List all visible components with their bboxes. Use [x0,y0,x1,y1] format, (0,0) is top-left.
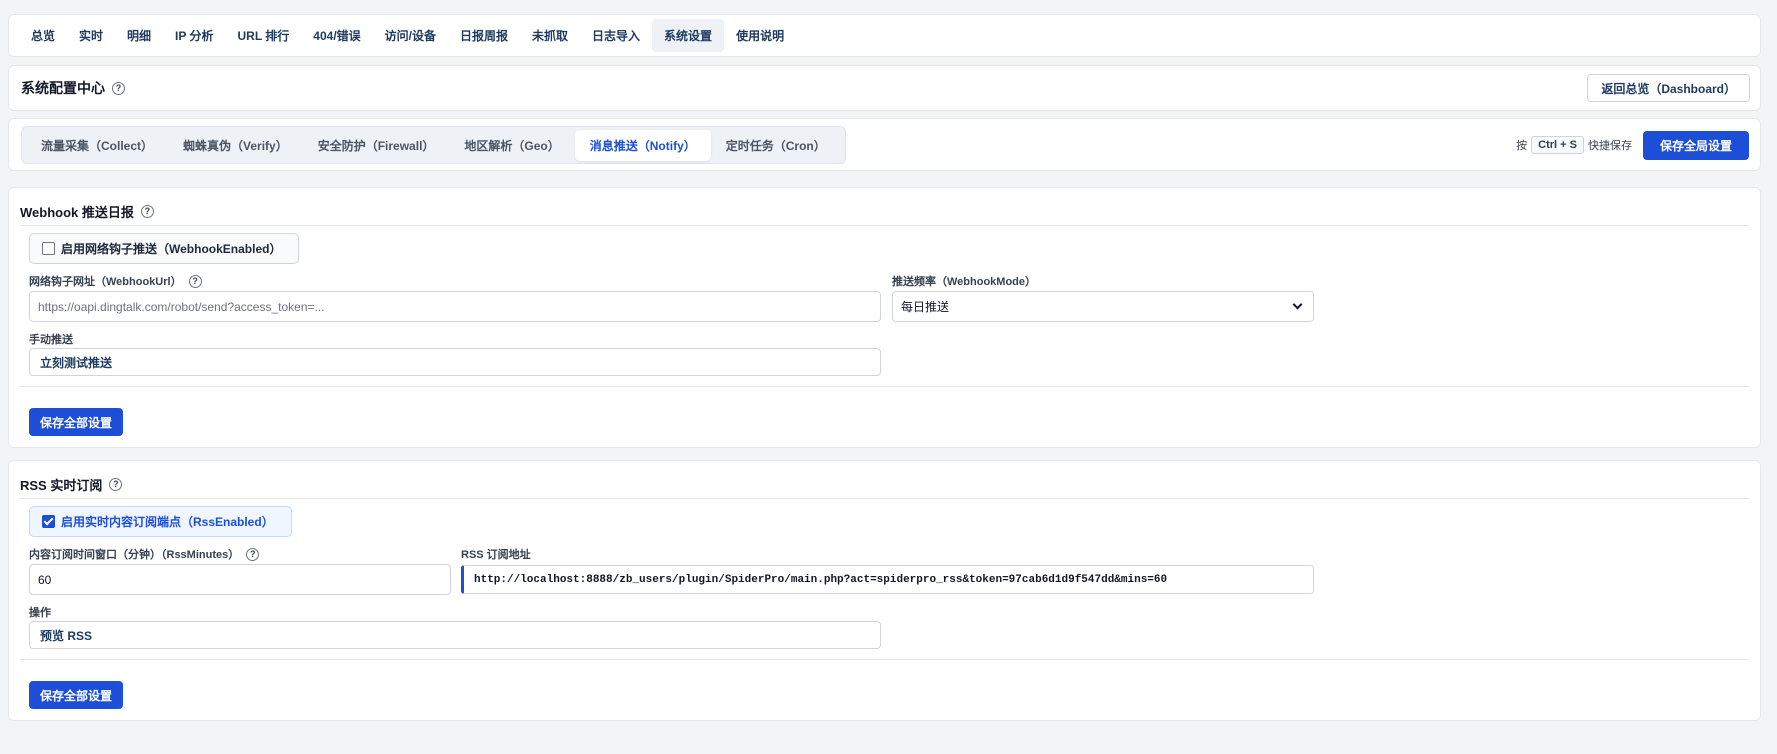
webhook-mode-value: 每日推送 [901,300,950,314]
back-to-dashboard-button[interactable]: 返回总览（Dashboard） [1587,74,1750,102]
rss-enabled-checkbox[interactable] [42,515,55,528]
divider [20,386,1749,387]
test-push-button[interactable]: 立刻测试推送 [29,348,881,376]
tab-cron[interactable]: 定时任务（Cron） [711,130,841,161]
webhook-save-button[interactable]: 保存全部设置 [29,408,124,436]
rss-url-display[interactable]: http://localhost:8888/zb_users/plugin/Sp… [461,565,1314,594]
rss-minutes-label-text: 内容订阅时间窗口（分钟）（RssMinutes） [29,549,240,561]
help-icon[interactable]: ? [246,547,260,561]
shortcut-key: Ctrl + S [1531,136,1584,154]
rss-action-label: 操作 [29,607,51,619]
shortcut-hint: 按 Ctrl + S 快捷保存 [1516,136,1632,154]
chevron-down-icon [1292,299,1303,310]
nav-help[interactable]: 使用说明 [724,19,796,52]
rss-minutes-label: 内容订阅时间窗口（分钟）（RssMinutes） ? [29,546,260,562]
rss-section: RSS 实时订阅 ? 启用实时内容订阅端点（RssEnabled） 内容订阅时间… [8,460,1761,721]
tab-collect[interactable]: 流量采集（Collect） [26,130,168,161]
settings-tab-bar: 流量采集（Collect） 蜘蛛真伪（Verify） 安全防护（Firewall… [8,118,1761,171]
divider [20,659,1749,660]
nav-url-ranking[interactable]: URL 排行 [226,19,302,52]
help-icon[interactable]: ? [188,274,202,288]
nav-overview[interactable]: 总览 [19,19,67,52]
page-title: 系统配置中心 [21,80,105,96]
tab-firewall[interactable]: 安全防护（Firewall） [303,130,450,161]
tab-verify[interactable]: 蜘蛛真伪（Verify） [168,130,303,161]
tab-notify[interactable]: 消息推送（Notify） [574,129,711,161]
rss-enabled-toggle[interactable]: 启用实时内容订阅端点（RssEnabled） [29,506,292,537]
rss-minutes-input[interactable]: 60 [29,564,451,595]
nav-not-crawled[interactable]: 未抓取 [520,19,580,52]
webhook-mode-select[interactable]: 每日推送 [892,291,1314,322]
webhook-url-input[interactable]: https://oapi.dingtalk.com/robot/send?acc… [29,291,881,322]
help-icon[interactable]: ? [109,478,123,491]
shortcut-prefix: 按 [1516,140,1528,152]
nav-ip-analysis[interactable]: IP 分析 [163,19,225,52]
webhook-section-title: Webhook 推送日报 ? [20,202,154,221]
divider [20,498,1749,499]
preview-rss-button[interactable]: 预览 RSS [29,621,881,649]
webhook-enabled-label: 启用网络钩子推送（WebhookEnabled） [61,242,282,256]
tab-geo[interactable]: 地区解析（Geo） [449,130,574,161]
nav-realtime[interactable]: 实时 [67,19,115,52]
rss-save-button[interactable]: 保存全部设置 [29,681,124,709]
webhook-url-label: 网络钩子网址（WebhookUrl） ? [29,273,202,289]
webhook-enabled-checkbox[interactable] [42,242,55,255]
nav-log-import[interactable]: 日志导入 [580,19,652,52]
rss-title-text: RSS 实时订阅 [20,478,103,493]
page-header: 系统配置中心 ? 返回总览（Dashboard） [8,65,1761,111]
rss-url-label: RSS 订阅地址 [461,549,531,561]
shortcut-suffix: 快捷保存 [1588,140,1632,152]
nav-settings[interactable]: 系统设置 [652,19,725,52]
top-nav: 总览 实时 明细 IP 分析 URL 排行 404/错误 访问/设备 日报周报 … [8,14,1761,57]
nav-visits-devices[interactable]: 访问/设备 [373,19,448,52]
webhook-url-label-text: 网络钩子网址（WebhookUrl） [29,276,182,288]
nav-404-errors[interactable]: 404/错误 [301,19,372,52]
save-global-settings-button[interactable]: 保存全局设置 [1642,131,1749,160]
divider [20,225,1749,226]
rss-section-title: RSS 实时订阅 ? [20,475,123,494]
nav-details[interactable]: 明细 [115,19,163,52]
help-icon[interactable]: ? [140,205,154,218]
webhook-mode-label: 推送频率（WebhookMode） [892,276,1037,288]
help-icon[interactable]: ? [112,81,125,95]
rss-enabled-label: 启用实时内容订阅端点（RssEnabled） [61,515,274,529]
webhook-section: Webhook 推送日报 ? 启用网络钩子推送（WebhookEnabled） … [8,187,1761,448]
manual-push-label: 手动推送 [29,334,73,346]
webhook-title-text: Webhook 推送日报 [20,205,134,220]
webhook-enabled-toggle[interactable]: 启用网络钩子推送（WebhookEnabled） [29,233,300,264]
nav-reports[interactable]: 日报周报 [448,19,520,52]
settings-tabs: 流量采集（Collect） 蜘蛛真伪（Verify） 安全防护（Firewall… [21,126,846,164]
